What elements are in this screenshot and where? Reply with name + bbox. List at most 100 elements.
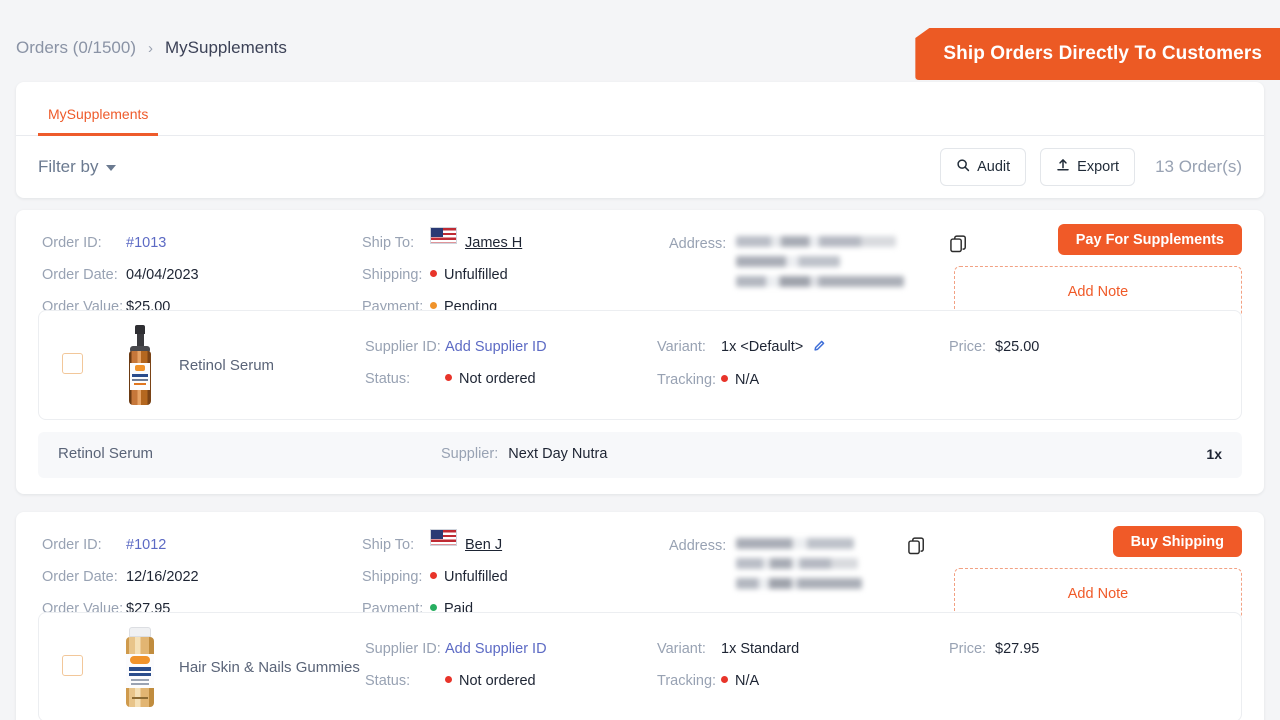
tracking-badge: N/A [721,665,759,697]
variant-value-group: 1x <Default> [721,331,826,364]
gummies-bottle-icon [117,627,163,709]
address-line [736,256,841,267]
price-row: Price: $27.95 [949,633,1039,665]
app-root: Orders (0/1500) › MySupplements Ship Ord… [0,0,1280,720]
ship-orders-banner: Ship Orders Directly To Customers [915,28,1280,80]
add-supplier-id-link[interactable]: Add Supplier ID [445,331,547,363]
supplier-summary-row: Retinol Serum Supplier: Next Day Nutra 1… [38,432,1242,478]
supplier-status-column: Supplier ID: Add Supplier ID Status: Not… [365,331,547,395]
price-label: Price: [949,641,987,657]
add-supplier-id-link[interactable]: Add Supplier ID [445,633,547,665]
filter-by-dropdown[interactable]: Filter by [38,156,117,177]
tracking-row: Tracking: N/A [657,364,826,396]
supplier-id-row: Supplier ID: Add Supplier ID [365,331,547,363]
product-name: Retinol Serum [179,357,275,374]
address-redacted-lines [736,227,905,287]
order-date-value: 04/04/2023 [126,267,199,283]
item-status-badge: Not ordered [445,363,536,395]
supplier-product-name: Retinol Serum [58,445,154,462]
order-id-row: Order ID: #1012 [42,529,199,561]
order-summary-column: Order ID: #1012 Order Date: 12/16/2022 O… [42,529,199,625]
us-flag-icon [430,529,457,546]
supplier-quantity: 1x [1206,446,1222,462]
order-header: Order ID: #1012 Order Date: 12/16/2022 O… [16,512,1264,620]
order-id-link[interactable]: #1013 [126,227,166,259]
ship-to-label: Ship To: [362,537,415,553]
shipping-status-value: Unfulfilled [444,569,508,585]
item-status-row: Status: Not ordered [365,665,547,697]
address-line [736,578,863,589]
shipping-label: Shipping: [362,267,423,283]
item-status-value: Not ordered [459,371,536,387]
shipping-status-badge: Unfulfilled [430,259,508,291]
status-dot-icon [445,676,452,683]
item-status-badge: Not ordered [445,665,536,697]
toolbar-card: MySupplements Filter by Audit Export 13 … [16,82,1264,198]
order-id-label: Order ID: [42,235,102,251]
shipping-status-badge: Unfulfilled [430,561,508,593]
filter-actions: Audit Export 13 Order(s) [940,147,1242,186]
copy-icon[interactable] [906,535,932,561]
order-line-item: Hair Skin & Nails Gummies Supplier ID: A… [38,612,1242,720]
item-status-row: Status: Not ordered [365,363,547,395]
breadcrumb-orders-link[interactable]: Orders (0/1500) [16,38,136,58]
pay-for-supplements-button[interactable]: Pay For Supplements [1057,224,1242,255]
address-column: Address: [669,529,932,589]
product-thumbnail [117,325,163,407]
filter-by-label: Filter by [38,156,99,176]
shipping-label: Shipping: [362,569,423,585]
price-value: $25.00 [995,339,1040,355]
item-status-value: Not ordered [459,673,536,689]
price-row: Price: $25.00 [949,331,1039,363]
status-dot-icon [721,676,728,683]
breadcrumb-current: MySupplements [165,38,287,57]
variant-row: Variant: 1x <Default> [657,331,826,364]
buy-shipping-button[interactable]: Buy Shipping [1112,526,1242,557]
supplier-id-label: Supplier ID: [365,339,441,355]
address-column: Address: [669,227,974,287]
tab-mysupplements[interactable]: MySupplements [38,106,159,136]
supplier-name: Next Day Nutra [508,446,608,462]
order-id-label: Order ID: [42,537,102,553]
status-dot-icon [430,270,437,277]
order-date-value: 12/16/2022 [126,569,199,585]
price-column: Price: $27.95 [949,633,1039,665]
address-label: Address: [669,538,727,554]
tracking-badge: N/A [721,364,759,396]
variant-value: 1x <Default> [721,339,804,355]
export-button[interactable]: Export [1040,147,1136,186]
order-line-item: Retinol Serum Supplier ID: Add Supplier … [38,310,1242,420]
tab-bar: MySupplements [16,82,1264,136]
tracking-label: Tracking: [657,673,717,689]
order-actions-column: Buy Shipping Add Note [952,526,1242,620]
price-column: Price: $25.00 [949,331,1039,363]
ship-to-row: Ship To: Ben J [362,529,508,561]
line-item-checkbox[interactable] [62,353,83,374]
supplier-label: Supplier: [441,446,499,462]
order-count-label: 13 Order(s) [1155,156,1242,176]
order-id-link[interactable]: #1012 [126,529,166,561]
ship-to-customer-link[interactable]: Ben J [465,529,502,561]
variant-row: Variant: 1x Standard [657,633,799,665]
status-dot-icon [721,375,728,382]
order-summary-column: Order ID: #1013 Order Date: 04/04/2023 O… [42,227,199,323]
breadcrumb: Orders (0/1500) › MySupplements [16,38,287,58]
supplier-id-row: Supplier ID: Add Supplier ID [365,633,547,665]
shipping-summary-column: Ship To: Ben J Shipping: Unfulfilled Pay… [362,529,508,625]
price-label: Price: [949,339,987,355]
pencil-icon[interactable] [813,340,826,356]
order-card: Order ID: #1012 Order Date: 12/16/2022 O… [16,512,1264,720]
export-button-label: Export [1077,158,1120,175]
audit-button-label: Audit [977,158,1011,175]
status-dot-icon [430,572,437,579]
address-line [736,236,897,247]
audit-button[interactable]: Audit [940,147,1027,186]
line-item-checkbox[interactable] [62,655,83,676]
address-line [736,538,855,549]
ship-to-customer-link[interactable]: James H [465,227,522,259]
shipping-summary-column: Ship To: James H Shipping: Unfulfilled P… [362,227,522,323]
ship-to-row: Ship To: James H [362,227,522,259]
order-card: Order ID: #1013 Order Date: 04/04/2023 O… [16,210,1264,494]
variant-tracking-column: Variant: 1x <Default> Tracking: N/A [657,331,826,396]
product-thumbnail [117,627,163,709]
